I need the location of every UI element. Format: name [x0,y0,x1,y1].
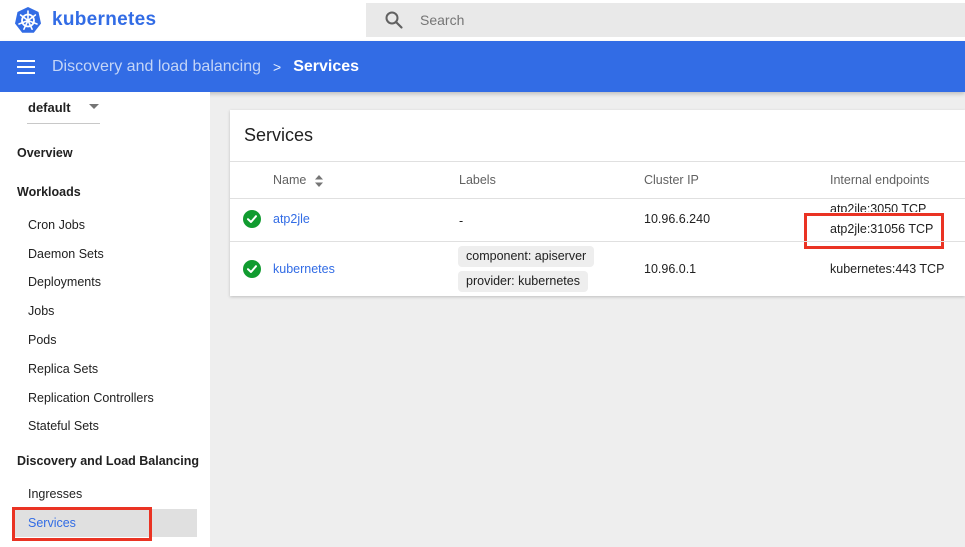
sidebar-item-deployments[interactable]: Deployments [28,275,101,289]
column-header-labels: Labels [459,173,496,187]
namespace-value: default [28,100,71,115]
brand[interactable]: kubernetes [14,6,156,34]
breadcrumb-parent[interactable]: Discovery and load balancing [52,58,261,76]
endpoint-cell: kubernetes:443 TCP [830,262,945,276]
sidebar-item-replication-controllers[interactable]: Replication Controllers [28,391,154,405]
endpoint-cell: atp2jle:3050 TCP [830,202,927,212]
service-link-atp2jle[interactable]: atp2jle [273,212,310,226]
column-header-internal-endpoints: Internal endpoints [830,173,930,187]
annotation-highlight-box [804,213,944,249]
sort-icon[interactable] [314,174,324,188]
sidebar-item-ingresses[interactable]: Ingresses [28,487,82,501]
sidebar-section-workloads[interactable]: Workloads [17,185,81,199]
sidebar-item-daemon-sets[interactable]: Daemon Sets [28,247,104,261]
menu-icon[interactable] [17,59,35,74]
page-header: Discovery and load balancing > Services [0,41,965,92]
sidebar-item-pods[interactable]: Pods [28,333,57,347]
search-input[interactable] [420,12,920,28]
label-chip: provider: kubernetes [458,271,588,292]
divider [230,198,965,199]
caret-down-icon [89,104,99,109]
annotation-highlight-box [12,507,152,541]
status-ok-icon [243,260,261,278]
sidebar-item-stateful-sets[interactable]: Stateful Sets [28,419,99,433]
kubernetes-logo-icon [15,7,41,33]
divider [230,161,965,162]
cluster-ip-cell: 10.96.0.1 [644,262,697,276]
brand-name: kubernetes [52,9,157,30]
sidebar: default Overview Workloads Cron Jobs Dae… [0,92,210,547]
column-header-label: Name [273,173,307,187]
search-icon [385,11,403,29]
column-header-name[interactable]: Name [273,173,324,188]
namespace-selector[interactable]: default [27,99,100,124]
divider [230,241,965,242]
search-bar[interactable] [366,3,965,37]
service-link-kubernetes[interactable]: kubernetes [273,262,335,276]
cluster-ip-cell: 10.96.6.240 [644,212,711,226]
label-chip: component: apiserver [458,246,595,267]
endpoint-clip: atp2jle:3050 TCP [820,202,965,212]
top-bar: kubernetes [0,0,965,41]
sidebar-item-cron-jobs[interactable]: Cron Jobs [28,218,85,232]
breadcrumb-current: Services [293,57,360,75]
sidebar-item-jobs[interactable]: Jobs [28,304,54,318]
column-header-cluster-ip: Cluster IP [644,173,699,187]
breadcrumb-chevron-icon: > [273,58,282,75]
services-card: Services Name Labels Cluster IP Internal… [230,110,965,296]
card-title: Services [244,125,314,145]
labels-cell: - [459,214,464,228]
sidebar-section-discovery[interactable]: Discovery and Load Balancing [17,454,199,468]
sidebar-item-overview[interactable]: Overview [17,146,73,160]
status-ok-icon [243,210,261,228]
sidebar-item-replica-sets[interactable]: Replica Sets [28,362,98,376]
